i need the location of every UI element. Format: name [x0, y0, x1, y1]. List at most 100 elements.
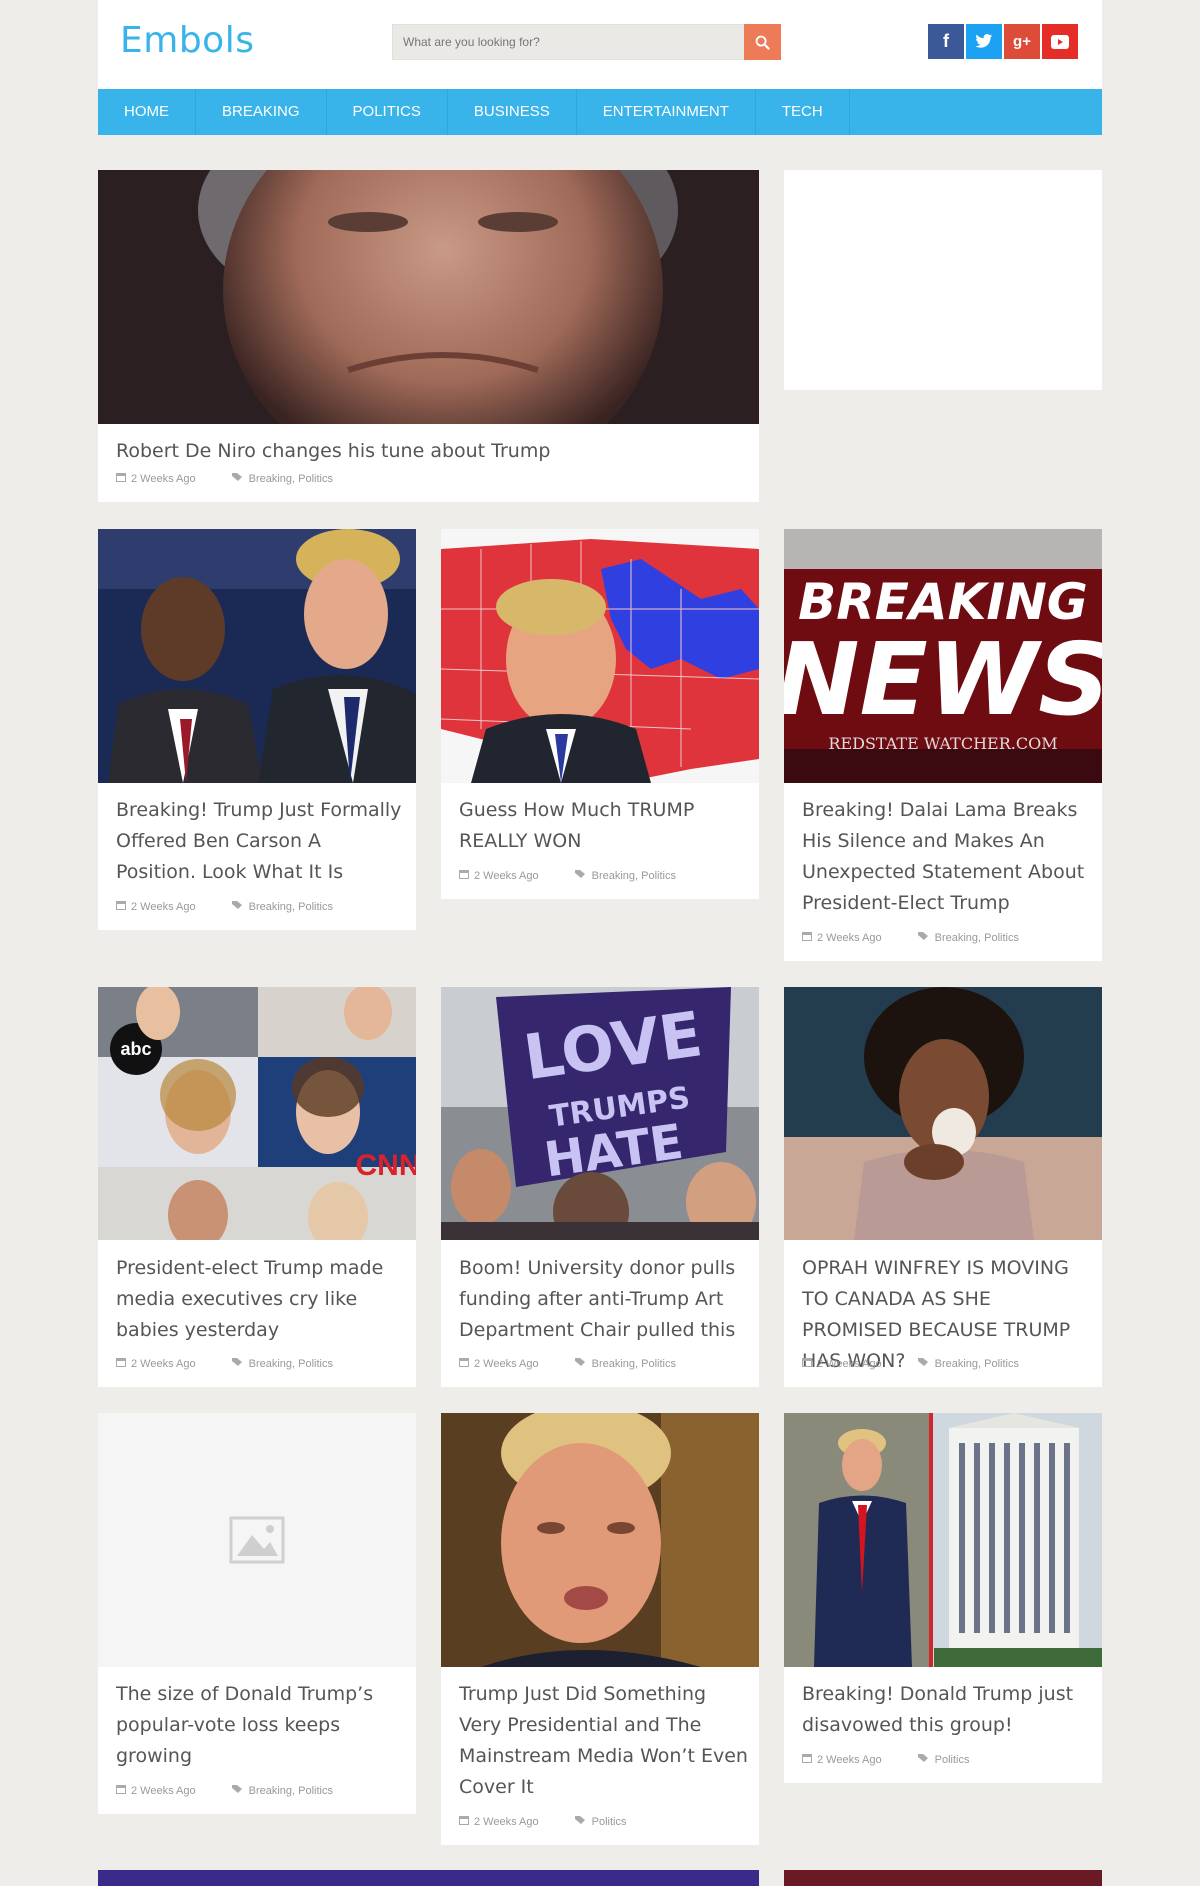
calendar-icon [459, 1815, 469, 1828]
search-icon [755, 35, 770, 50]
article-card[interactable]: Breaking! Donald Trump just disavowed th… [784, 1413, 1102, 1783]
article-time: 2 Weeks Ago [131, 1357, 196, 1370]
tags-icon [917, 1753, 930, 1766]
search-input[interactable] [393, 25, 743, 59]
nav-breaking[interactable]: BREAKING [196, 89, 327, 135]
article-image[interactable]: abc CNN [98, 987, 416, 1240]
nav-tech[interactable]: TECH [756, 89, 850, 135]
calendar-icon [459, 1357, 469, 1370]
article-card-partial[interactable] [98, 1870, 759, 1886]
nav-entertainment[interactable]: ENTERTAINMENT [577, 89, 756, 135]
featured-image[interactable] [98, 170, 759, 424]
article-meta: 2 Weeks Ago Breaking, Politics [802, 1357, 1019, 1370]
featured-article[interactable]: Robert De Niro changes his tune about Tr… [98, 170, 759, 502]
article-meta: 2 Weeks Ago Breaking, Politics [116, 1357, 333, 1370]
article-image[interactable] [441, 1413, 759, 1667]
tags-icon [917, 931, 930, 944]
article-title[interactable]: Robert De Niro changes his tune about Tr… [116, 436, 550, 467]
article-tags[interactable]: Breaking, Politics [249, 473, 333, 485]
article-time: 2 Weeks Ago [474, 869, 539, 882]
article-tags[interactable]: Breaking, Politics [935, 1358, 1019, 1370]
article-title[interactable]: President-elect Trump made media executi… [116, 1253, 406, 1346]
image-text-news: NEWS [784, 621, 1102, 738]
article-image[interactable] [784, 987, 1102, 1240]
article-card[interactable]: Guess How Much TRUMP REALLY WON 2 Weeks … [441, 529, 759, 899]
calendar-icon [802, 1357, 812, 1370]
svg-text:abc: abc [120, 1039, 151, 1059]
article-time: 2 Weeks Ago [817, 1753, 882, 1766]
article-tags[interactable]: Breaking, Politics [592, 1358, 676, 1370]
article-image-placeholder[interactable] [98, 1413, 416, 1667]
site-header: Embols f g+ [98, 0, 1102, 89]
article-title[interactable]: Boom! University donor pulls funding aft… [459, 1253, 749, 1346]
article-card[interactable]: Breaking! Trump Just Formally Offered Be… [98, 529, 416, 930]
article-meta: 2 Weeks Ago Breaking, Politics [116, 1784, 333, 1797]
article-card[interactable]: BREAKING NEWS REDSTATE WATCHER.COM Break… [784, 529, 1102, 961]
tags-icon [231, 1784, 244, 1797]
article-tags[interactable]: Breaking, Politics [249, 1358, 333, 1370]
article-image[interactable] [441, 529, 759, 783]
article-time: 2 Weeks Ago [131, 900, 196, 913]
article-time: 2 Weeks Ago [817, 931, 882, 944]
article-image[interactable]: LOVE TRUMPS HATE [441, 987, 759, 1240]
article-time: 2 Weeks Ago [131, 1784, 196, 1797]
calendar-icon [459, 869, 469, 882]
nav-politics[interactable]: POLITICS [327, 89, 448, 135]
calendar-icon [116, 1784, 126, 1797]
article-title[interactable]: Guess How Much TRUMP REALLY WON [459, 795, 749, 857]
article-tags[interactable]: Breaking, Politics [592, 870, 676, 882]
article-title[interactable]: Breaking! Dalai Lama Breaks His Silence … [802, 795, 1092, 919]
image-text-watermark: REDSTATE WATCHER.COM [828, 734, 1057, 753]
article-time: 2 Weeks Ago [131, 472, 196, 485]
nav-business[interactable]: BUSINESS [448, 89, 577, 135]
main-nav: HOME BREAKING POLITICS BUSINESS ENTERTAI… [98, 89, 1102, 135]
article-tags[interactable]: Breaking, Politics [249, 1785, 333, 1797]
tags-icon [231, 472, 244, 485]
article-card-partial[interactable] [784, 1870, 1102, 1886]
calendar-icon [116, 900, 126, 913]
image-placeholder-icon [229, 1516, 285, 1564]
article-title[interactable]: Breaking! Trump Just Formally Offered Be… [116, 795, 406, 888]
calendar-icon [802, 1753, 812, 1766]
google-plus-icon[interactable]: g+ [1004, 24, 1040, 59]
article-card[interactable]: Trump Just Did Something Very Presidenti… [441, 1413, 759, 1845]
article-tags[interactable]: Breaking, Politics [249, 901, 333, 913]
article-time: 2 Weeks Ago [474, 1815, 539, 1828]
search-button[interactable] [744, 24, 781, 60]
article-time: 2 Weeks Ago [817, 1357, 882, 1370]
article-image[interactable]: BREAKING NEWS REDSTATE WATCHER.COM [784, 529, 1102, 783]
article-title[interactable]: Trump Just Did Something Very Presidenti… [459, 1679, 749, 1803]
article-meta: 2 Weeks Ago Breaking, Politics [802, 931, 1019, 944]
tags-icon [574, 1815, 587, 1828]
article-title[interactable]: The size of Donald Trump’s popular-vote … [116, 1679, 406, 1772]
calendar-icon [116, 1357, 126, 1370]
article-title[interactable]: Breaking! Donald Trump just disavowed th… [802, 1679, 1092, 1741]
site-logo[interactable]: Embols [120, 20, 254, 61]
article-tags[interactable]: Politics [592, 1816, 627, 1828]
svg-text:CNN: CNN [356, 1149, 417, 1182]
twitter-icon[interactable] [966, 24, 1002, 59]
article-tags[interactable]: Breaking, Politics [935, 932, 1019, 944]
nav-home[interactable]: HOME [98, 89, 196, 135]
tags-icon [231, 1357, 244, 1370]
tags-icon [231, 900, 244, 913]
article-card[interactable]: The size of Donald Trump’s popular-vote … [98, 1413, 416, 1814]
tags-icon [574, 869, 587, 882]
article-tags[interactable]: Politics [935, 1754, 970, 1766]
article-meta: 2 Weeks Ago Politics [459, 1815, 626, 1828]
article-image[interactable] [784, 1413, 1102, 1667]
article-card[interactable]: OPRAH WINFREY IS MOVING TO CANADA AS SHE… [784, 987, 1102, 1387]
article-card[interactable]: abc CNN President-elect Trump made media… [98, 987, 416, 1387]
youtube-icon[interactable] [1042, 24, 1078, 59]
facebook-icon[interactable]: f [928, 24, 964, 59]
article-meta: 2 Weeks Ago Breaking, Politics [459, 1357, 676, 1370]
article-image[interactable] [98, 529, 416, 783]
tags-icon [917, 1357, 930, 1370]
calendar-icon [802, 931, 812, 944]
article-meta: 2 Weeks Ago Politics [802, 1753, 969, 1766]
tags-icon [574, 1357, 587, 1370]
article-meta: 2 Weeks Ago Breaking, Politics [116, 900, 333, 913]
sidebar-ad-box [784, 170, 1102, 390]
article-meta: 2 Weeks Ago Breaking, Politics [116, 472, 333, 485]
article-card[interactable]: LOVE TRUMPS HATE Boom! University donor … [441, 987, 759, 1387]
